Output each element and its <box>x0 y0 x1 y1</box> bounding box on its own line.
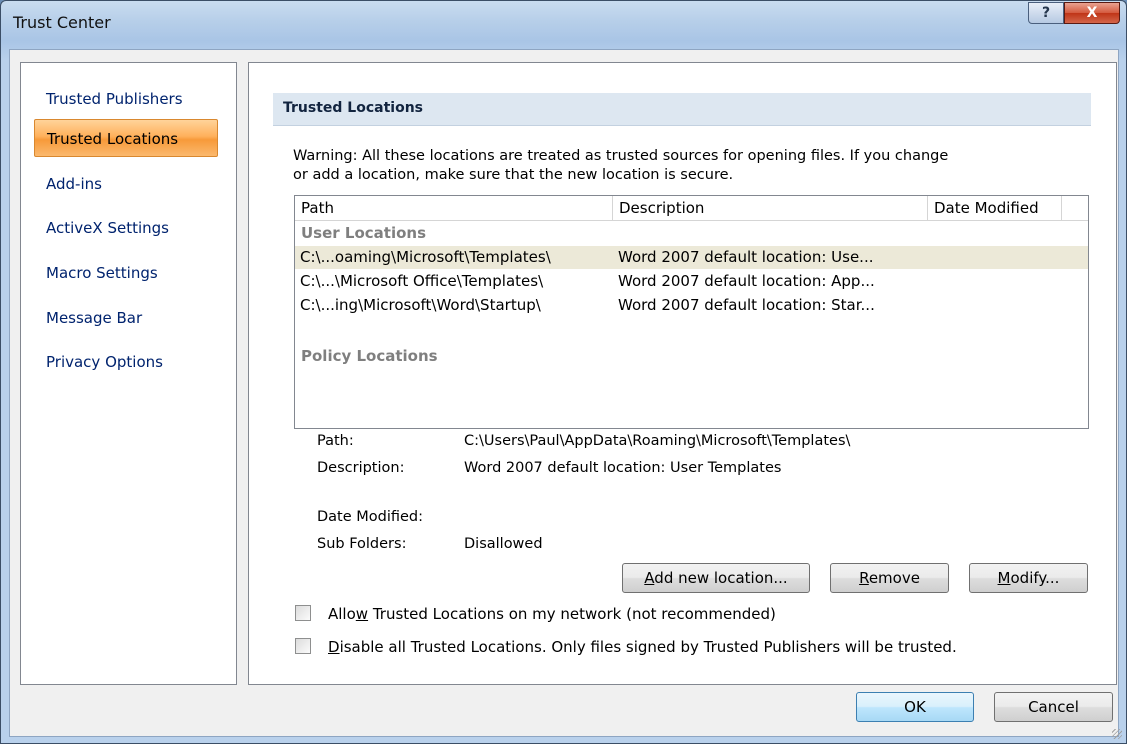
detail-subfolders-label: Sub Folders: <box>317 536 407 552</box>
network-checkbox-accel: w <box>355 605 369 623</box>
detail-path-value: C:\Users\Paul\AppData\Roaming\Microsoft\… <box>464 433 851 449</box>
help-icon[interactable]: ? <box>1028 2 1064 24</box>
sidebar-item-activex-settings[interactable]: ActiveX Settings <box>34 209 218 247</box>
close-icon[interactable]: X <box>1064 2 1120 24</box>
detail-path-label: Path: <box>317 433 354 449</box>
title-bar[interactable]: Trust Center ? X <box>1 1 1126 41</box>
disable-checkbox-row[interactable]: Disable all Trusted Locations. Only file… <box>295 638 957 656</box>
sidebar-item-macro-settings[interactable]: Macro Settings <box>34 254 218 292</box>
column-header-date-modified[interactable]: Date Modified <box>928 196 1062 220</box>
warning-text: Warning: All these locations are treated… <box>293 147 1093 185</box>
network-checkbox[interactable] <box>295 605 311 621</box>
add-button-accel: A <box>644 569 655 587</box>
modify-button[interactable]: Modify... <box>969 563 1088 593</box>
detail-date-label: Date Modified: <box>317 509 424 525</box>
remove-button[interactable]: Remove <box>830 563 949 593</box>
modify-button-text: odify... <box>1010 569 1060 587</box>
network-checkbox-label-pre: Allo <box>328 605 356 623</box>
resize-grip-icon[interactable] <box>1112 729 1122 739</box>
sidebar-item-message-bar[interactable]: Message Bar <box>34 299 218 337</box>
row-description: Word 2007 default location: Star... <box>618 296 875 314</box>
trust-center-window: Trust Center ? X Trusted Publishers Trus… <box>0 0 1127 744</box>
add-button-text: dd new location... <box>654 569 788 587</box>
detail-description-value: Word 2007 default location: User Templat… <box>464 460 782 476</box>
remove-button-accel: R <box>859 569 869 587</box>
cancel-button[interactable]: Cancel <box>994 692 1113 722</box>
trusted-locations-list[interactable]: Path Description Date Modified User Loca… <box>294 195 1089 429</box>
group-user-locations: User Locations <box>301 224 427 242</box>
sidebar-nav: Trusted Publishers Trusted Locations Add… <box>20 62 237 685</box>
disable-checkbox-accel: D <box>328 638 340 656</box>
detail-subfolders-value: Disallowed <box>464 536 543 552</box>
disable-checkbox[interactable] <box>295 638 311 654</box>
sidebar-item-privacy-options[interactable]: Privacy Options <box>34 343 218 381</box>
sidebar-item-add-ins[interactable]: Add-ins <box>34 165 218 203</box>
section-header: Trusted Locations <box>273 93 1091 126</box>
window-title: Trust Center <box>13 13 111 32</box>
warning-line-2: or add a location, make sure that the ne… <box>293 167 734 183</box>
row-path: C:\...\Microsoft Office\Templates\ <box>300 272 544 290</box>
network-checkbox-row[interactable]: Allow Trusted Locations on my network (n… <box>295 605 776 623</box>
disable-checkbox-label: isable all Trusted Locations. Only files… <box>339 638 957 656</box>
warning-line-1: Warning: All these locations are treated… <box>293 148 949 164</box>
sidebar-item-trusted-locations[interactable]: Trusted Locations <box>34 119 218 157</box>
sidebar-item-trusted-publishers[interactable]: Trusted Publishers <box>34 80 218 118</box>
list-row[interactable]: C:\...oaming\Microsoft\Templates\ Word 2… <box>295 246 1088 269</box>
group-policy-locations: Policy Locations <box>301 347 438 365</box>
add-new-location-button[interactable]: Add new location... <box>622 563 810 593</box>
network-checkbox-label: Trusted Locations on my network (not rec… <box>368 605 776 623</box>
modify-button-accel: M <box>997 569 1011 587</box>
row-description: Word 2007 default location: Use... <box>618 248 874 266</box>
row-path: C:\...ing\Microsoft\Word\Startup\ <box>300 296 541 314</box>
section-title: Trusted Locations <box>283 100 423 116</box>
list-row[interactable]: C:\...\Microsoft Office\Templates\ Word … <box>295 270 1088 293</box>
row-description: Word 2007 default location: App... <box>618 272 875 290</box>
list-row[interactable]: C:\...ing\Microsoft\Word\Startup\ Word 2… <box>295 294 1088 317</box>
column-header-description[interactable]: Description <box>613 196 928 220</box>
remove-button-text: emove <box>868 569 920 587</box>
list-header: Path Description Date Modified <box>295 196 1088 221</box>
row-path: C:\...oaming\Microsoft\Templates\ <box>300 248 551 266</box>
ok-button[interactable]: OK <box>856 692 974 722</box>
main-panel: Trusted Locations Warning: All these loc… <box>248 62 1117 685</box>
column-header-path[interactable]: Path <box>295 196 613 220</box>
detail-description-label: Description: <box>317 460 405 476</box>
